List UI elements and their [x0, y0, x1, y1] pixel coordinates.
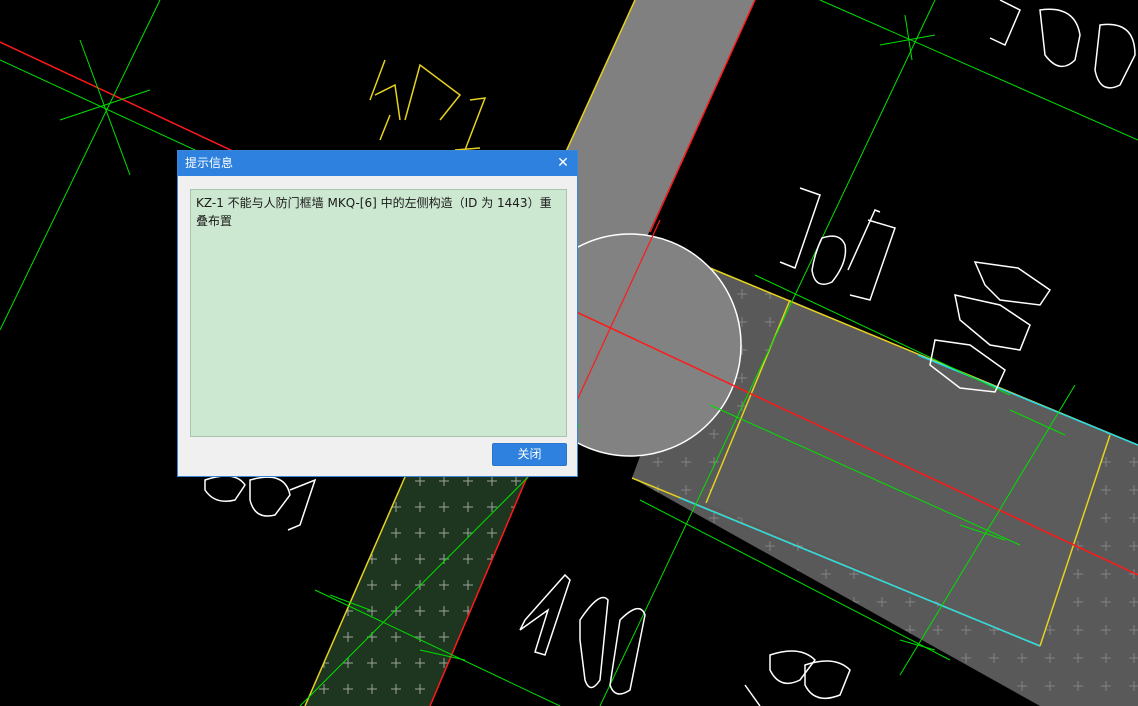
- info-dialog: 提示信息 ✕ KZ-1 不能与人防门框墙 MKQ-[6] 中的左侧构造（ID 为…: [177, 150, 578, 477]
- close-button[interactable]: 关闭: [492, 443, 567, 466]
- dialog-title: 提示信息: [185, 156, 234, 170]
- column-tag-strokes: [369, 59, 487, 151]
- dialog-titlebar[interactable]: 提示信息 ✕: [178, 151, 577, 176]
- dialog-message: KZ-1 不能与人防门框墙 MKQ-[6] 中的左侧构造（ID 为 1443）重…: [190, 189, 567, 437]
- close-icon[interactable]: ✕: [555, 154, 571, 172]
